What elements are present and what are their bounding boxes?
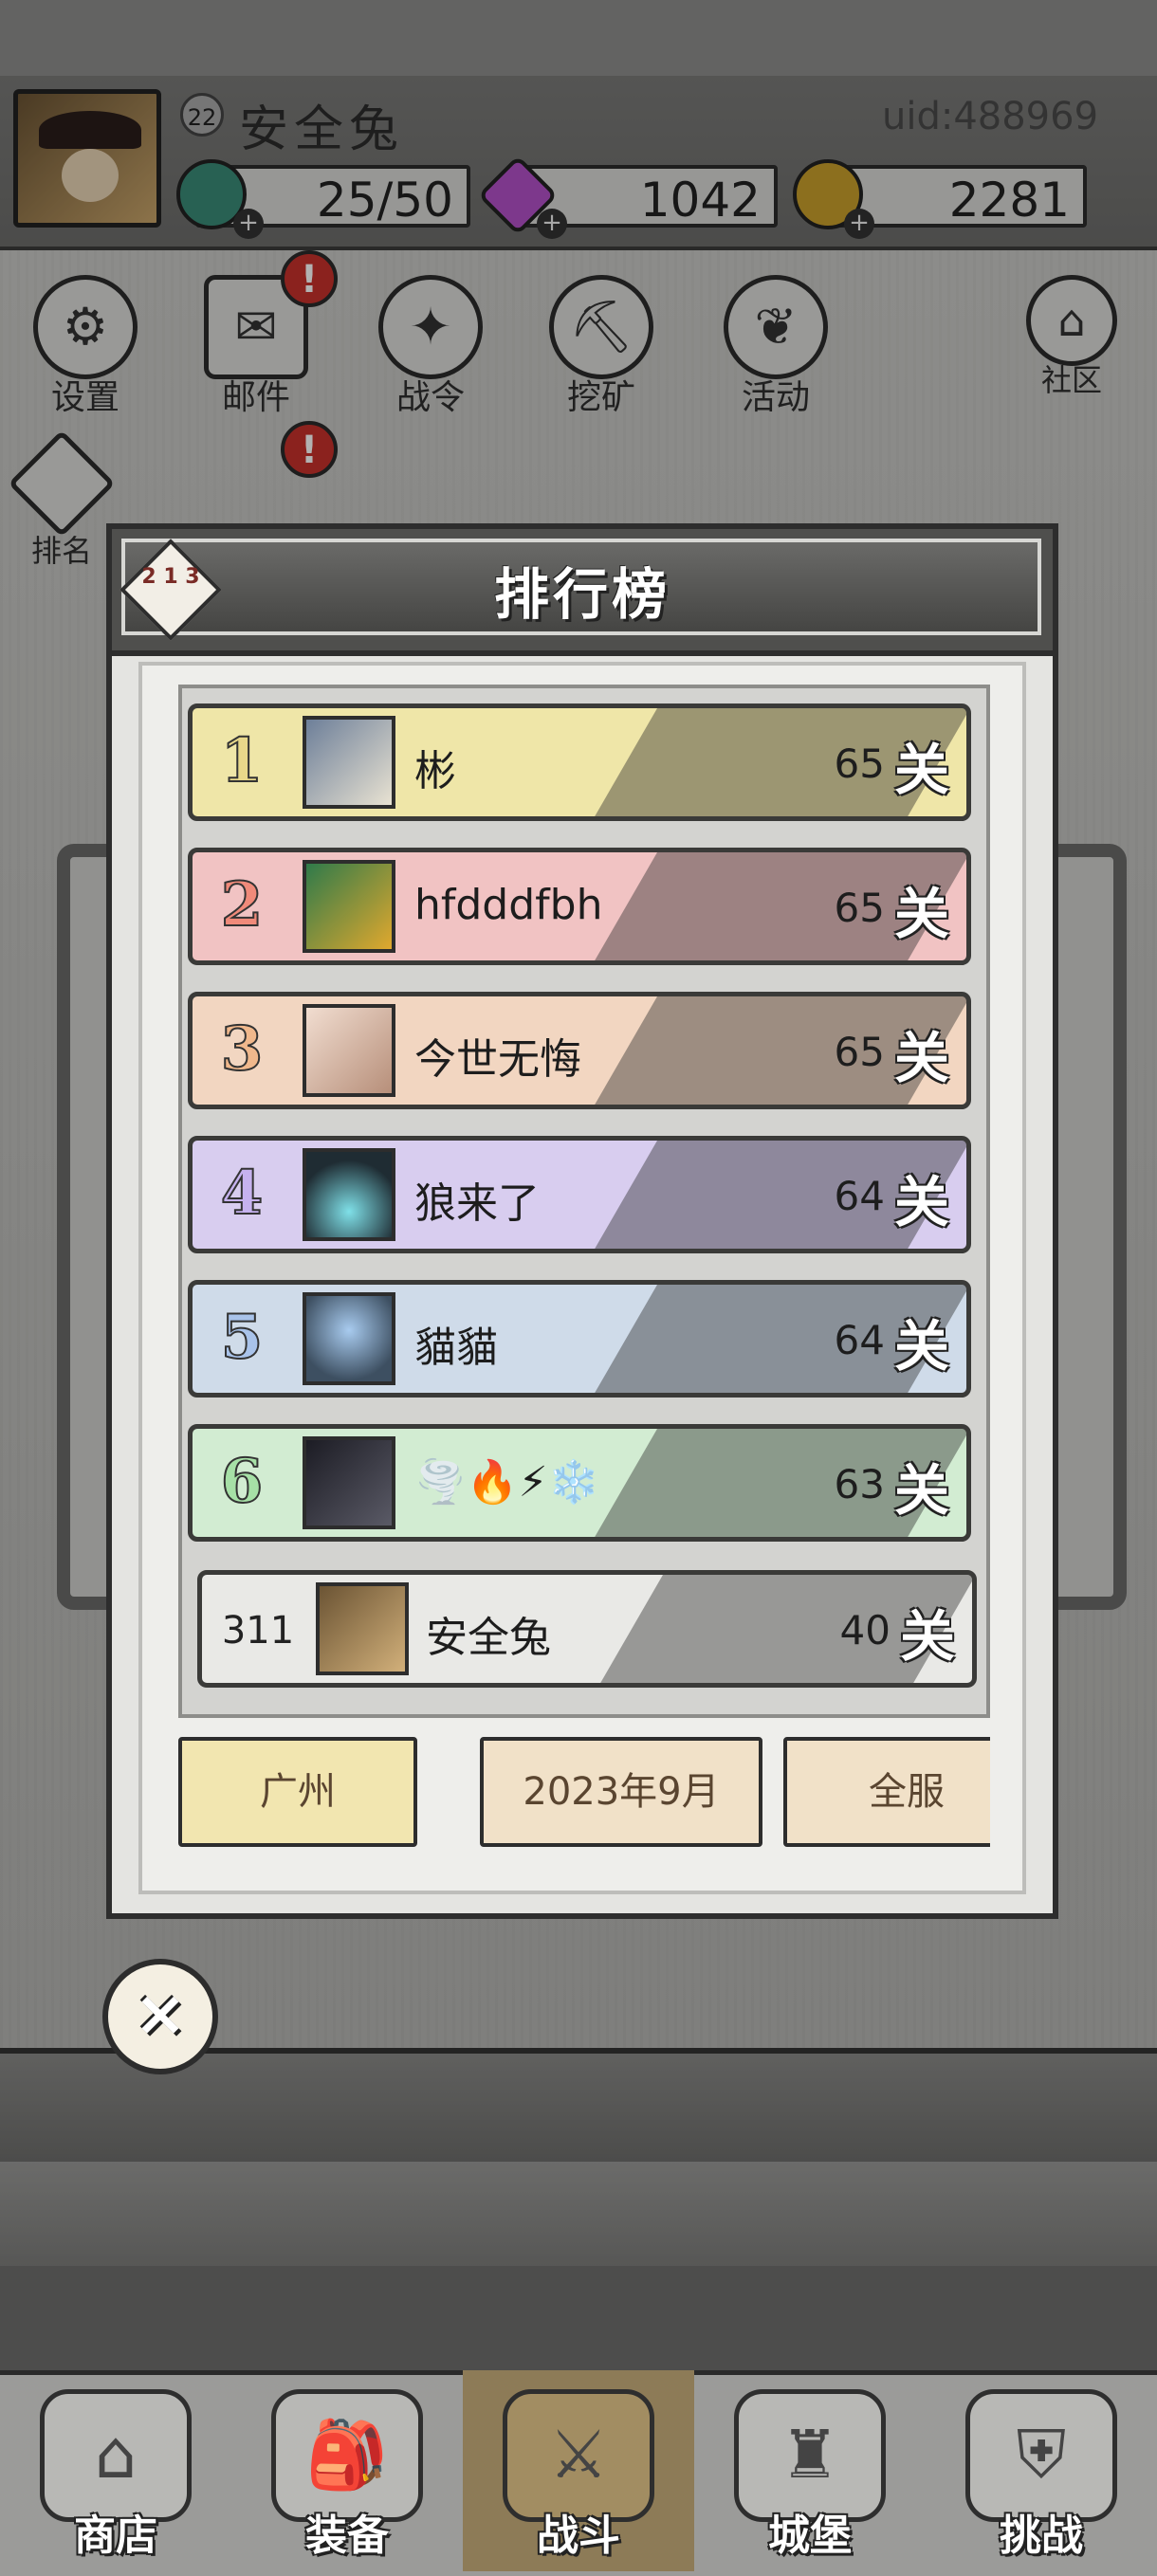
- rank-row-5[interactable]: 5 貓貓 64 关: [188, 1280, 971, 1398]
- nav-challenge[interactable]: ⛨ 挑战: [926, 2370, 1157, 2571]
- nav-battle-label: 战斗: [537, 2512, 620, 2560]
- rank-number: 4: [220, 1157, 265, 1230]
- rank-row-1[interactable]: 1 彬 65 关: [188, 703, 971, 821]
- self-player-name: 安全兔: [426, 1614, 551, 1662]
- rank-number: 5: [220, 1301, 265, 1374]
- self-stage-score: 40: [839, 1607, 891, 1653]
- self-avatar-icon: [316, 1582, 409, 1675]
- stage-score: 65: [834, 1029, 885, 1075]
- stage-unit: 关: [893, 738, 949, 802]
- nav-shop-label: 商店: [74, 2512, 157, 2560]
- player-name: 今世无悔: [414, 1035, 581, 1084]
- rank-row-2[interactable]: 2 hfdddfbh 65 关: [188, 848, 971, 965]
- player-name: 狼来了: [414, 1179, 540, 1228]
- tab-month[interactable]: 2023年9月: [480, 1737, 762, 1847]
- stage-unit: 关: [893, 1170, 949, 1234]
- stage-score: 65: [834, 740, 885, 787]
- player-avatar-icon: [303, 716, 395, 809]
- rank-number: 1: [220, 724, 265, 797]
- nav-challenge-label: 挑战: [1000, 2512, 1083, 2560]
- rank-row-6[interactable]: 6 🌪️🔥⚡❄️ 63 关: [188, 1424, 971, 1542]
- ranking-emblem-text: 2 1 3: [141, 565, 200, 589]
- nav-equipment-label: 装备: [305, 2512, 389, 2560]
- rank-number: 3: [220, 1013, 265, 1086]
- rank-number: 6: [220, 1445, 265, 1518]
- nav-equipment[interactable]: 🎒 装备: [231, 2370, 463, 2571]
- player-avatar-icon: [303, 1292, 395, 1385]
- leaderboard-header: 排行榜 2 1 3: [112, 529, 1053, 656]
- stage-unit: 关: [893, 1458, 949, 1523]
- player-avatar-icon: [303, 1004, 395, 1097]
- self-rank-number: 311: [221, 1609, 295, 1653]
- rank-number: 2: [220, 868, 265, 941]
- stage-score: 65: [834, 885, 885, 931]
- nav-battle[interactable]: ⚔ 战斗: [463, 2370, 694, 2571]
- tab-region[interactable]: 广州: [178, 1737, 417, 1847]
- tab-server[interactable]: 全服: [783, 1737, 990, 1847]
- nav-castle[interactable]: ♜ 城堡: [694, 2370, 926, 2571]
- nav-castle-label: 城堡: [768, 2512, 852, 2560]
- stage-unit: 关: [893, 1026, 949, 1090]
- stage-score: 63: [834, 1461, 885, 1507]
- stage-score: 64: [834, 1317, 885, 1363]
- close-icon: ×: [134, 1977, 187, 2050]
- nav-shop[interactable]: ⌂ 商店: [0, 2370, 231, 2571]
- player-name: 彬: [414, 747, 456, 795]
- stage-score: 64: [834, 1173, 885, 1219]
- stage-unit: 关: [899, 1604, 955, 1669]
- close-button[interactable]: ×: [102, 1959, 218, 2074]
- player-name: 🌪️🔥⚡❄️: [414, 1458, 600, 1507]
- filter-tabs: 广州 2023年9月 全服: [178, 1737, 990, 1847]
- rank-row-4[interactable]: 4 狼来了 64 关: [188, 1136, 971, 1253]
- leaderboard-title: 排行榜: [493, 562, 670, 627]
- stage-unit: 关: [893, 1314, 949, 1379]
- player-name: hfdddfbh: [414, 881, 603, 929]
- rank-row-3[interactable]: 3 今世无悔 65 关: [188, 992, 971, 1109]
- stage-unit: 关: [893, 882, 949, 946]
- player-avatar-icon: [303, 1436, 395, 1529]
- player-name: 貓貓: [414, 1324, 498, 1372]
- player-avatar-icon: [303, 1148, 395, 1241]
- player-avatar-icon: [303, 860, 395, 953]
- self-rank-row[interactable]: 311 安全兔 40 关: [197, 1570, 977, 1688]
